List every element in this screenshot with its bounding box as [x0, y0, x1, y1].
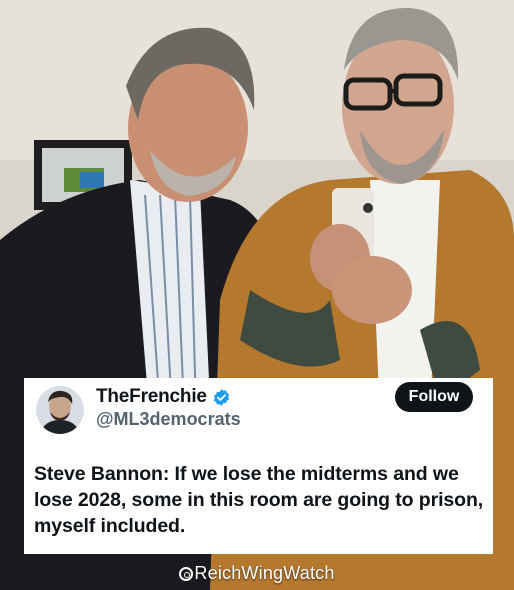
- instagram-icon: [179, 567, 194, 581]
- watermark-text: ReichWingWatch: [194, 563, 335, 583]
- name-row: TheFrenchie: [96, 386, 231, 408]
- follow-button[interactable]: Follow: [395, 382, 473, 412]
- display-name[interactable]: TheFrenchie: [96, 386, 207, 408]
- user-handle[interactable]: @ML3democrats: [96, 409, 241, 430]
- avatar[interactable]: [36, 386, 84, 434]
- tweet-text: Steve Bannon: If we lose the midterms an…: [34, 463, 484, 537]
- watermark: ReichWingWatch: [0, 563, 514, 584]
- tweet-card: TheFrenchie @ML3democrats Follow Steve B…: [24, 378, 493, 554]
- verified-badge-icon: [212, 388, 231, 407]
